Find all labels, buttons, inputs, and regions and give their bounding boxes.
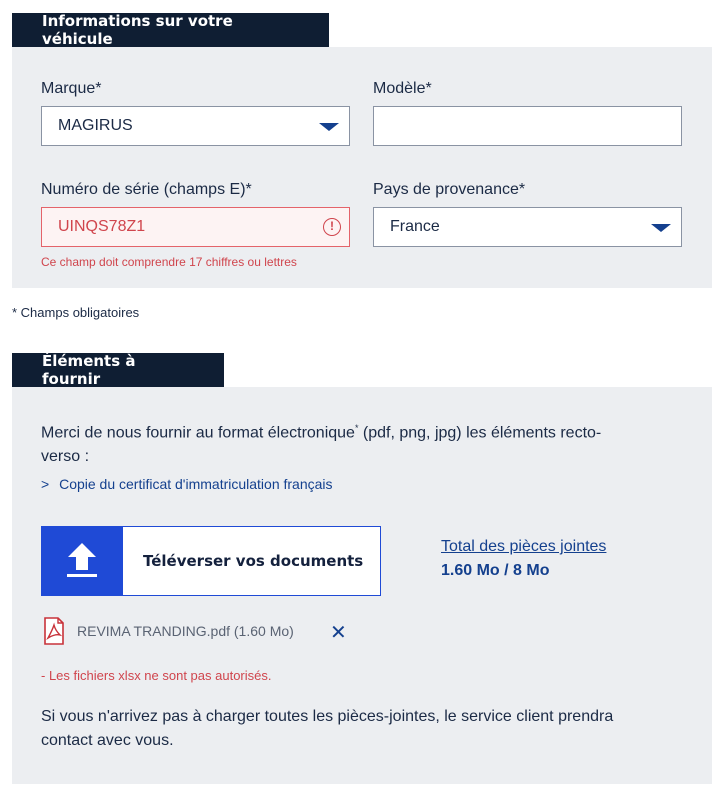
attached-file: REVIMA TRANDING.pdf (1.60 Mo) — [43, 616, 294, 646]
file-type-warning: - Les fichiers xlsx ne sont pas autorisé… — [41, 668, 272, 683]
attached-file-name: REVIMA TRANDING.pdf (1.60 Mo) — [77, 623, 294, 639]
required-fields-note: * Champs obligatoires — [12, 305, 140, 320]
country-label: Pays de provenance* — [373, 181, 526, 198]
error-icon: ! — [323, 218, 341, 236]
serial-input[interactable]: UINQS78Z1 ! — [41, 207, 350, 247]
required-document-label: Copie du certificat d'immatriculation fr… — [59, 476, 333, 492]
serial-label: Numéro de série (champs E)* — [41, 181, 252, 198]
chevron-down-icon — [319, 123, 339, 131]
contact-notice: Si vous n'arrivez pas à charger toutes l… — [41, 708, 614, 749]
brand-select[interactable]: MAGIRUS — [41, 106, 350, 146]
chevron-down-icon — [651, 224, 671, 232]
serial-error-message: Ce champ doit comprendre 17 chiffres ou … — [41, 255, 297, 269]
vehicle-section-title: Informations sur votre véhicule — [12, 12, 329, 48]
upload-documents-button[interactable]: Téléverser vos documents — [41, 526, 381, 596]
brand-label: Marque* — [41, 80, 102, 97]
required-document-item: > Copie du certificat d'immatriculation … — [41, 476, 333, 492]
country-select-value: France — [390, 218, 440, 235]
upload-button-label: Téléverser vos documents — [143, 552, 364, 570]
total-attachments-size: 1.60 Mo / 8 Mo — [441, 562, 550, 579]
serial-input-value: UINQS78Z1 — [58, 218, 146, 235]
documents-section-title: Éléments à fournir — [12, 352, 224, 388]
total-attachments-link[interactable]: Total des pièces jointes — [441, 538, 606, 556]
documents-section-title-text: Éléments à fournir — [42, 352, 136, 388]
pdf-file-icon — [44, 617, 64, 645]
remove-file-icon[interactable]: ✕ — [330, 620, 347, 645]
vehicle-panel — [12, 47, 712, 288]
brand-select-value: MAGIRUS — [58, 117, 133, 134]
upload-icon — [42, 527, 123, 595]
vehicle-section-title-text: Informations sur votre véhicule — [42, 12, 233, 48]
chevron-right-icon: > — [41, 476, 50, 492]
model-input[interactable] — [373, 106, 682, 146]
country-select[interactable]: France — [373, 207, 682, 247]
documents-intro: Merci de nous fournir au format électron… — [41, 423, 602, 466]
model-label: Modèle* — [373, 80, 432, 97]
